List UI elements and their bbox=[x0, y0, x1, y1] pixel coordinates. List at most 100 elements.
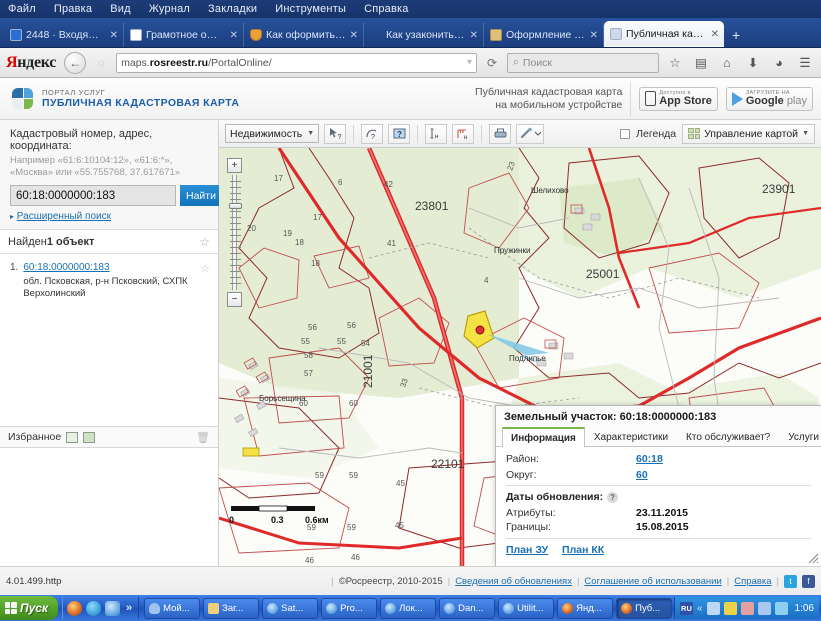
downloads-icon[interactable]: ⬇ bbox=[743, 55, 763, 70]
sync-icon[interactable]: ◕ bbox=[769, 56, 789, 70]
trash-icon[interactable]: 🗑 bbox=[196, 431, 210, 444]
menu-history[interactable]: Журнал bbox=[149, 3, 190, 15]
new-tab-button[interactable]: + bbox=[724, 27, 748, 47]
warning-icon[interactable] bbox=[724, 602, 737, 615]
cadastral-search-input[interactable] bbox=[10, 185, 176, 206]
print-icon[interactable] bbox=[489, 124, 511, 144]
svg-text:46: 46 bbox=[305, 556, 314, 565]
task-button[interactable]: Мой... bbox=[144, 598, 200, 619]
task-button[interactable]: Заг... bbox=[203, 598, 259, 619]
back-arrow-icon[interactable]: ← bbox=[64, 52, 86, 74]
menu-bookmarks[interactable]: Закладки bbox=[208, 3, 257, 15]
library-icon[interactable]: ▤ bbox=[691, 55, 711, 70]
task-button[interactable]: Pro... bbox=[321, 598, 377, 619]
internet-explorer-icon[interactable] bbox=[105, 601, 120, 616]
app-store-button[interactable]: Доступно в App Store bbox=[639, 87, 718, 111]
task-button[interactable]: Dan... bbox=[439, 598, 495, 619]
tab-title: Как узаконить земель... bbox=[386, 29, 466, 41]
tab-characteristics[interactable]: Характеристики bbox=[585, 427, 677, 446]
info-value-district[interactable]: 60:18 bbox=[636, 453, 663, 465]
start-button[interactable]: Пуск bbox=[0, 596, 58, 620]
sound-icon[interactable] bbox=[758, 602, 771, 615]
measure-area-icon[interactable]: ? bbox=[361, 124, 383, 144]
firefox-icon[interactable] bbox=[67, 601, 82, 616]
sound-muted-icon[interactable] bbox=[741, 602, 754, 615]
reload-icon[interactable]: ⟳ bbox=[483, 56, 501, 70]
menu-view[interactable]: Вид bbox=[110, 3, 131, 15]
task-button[interactable]: Янд... bbox=[557, 598, 613, 619]
favorite-star-icon[interactable]: ☆ bbox=[199, 235, 210, 249]
tab-close-icon[interactable]: ✕ bbox=[350, 30, 358, 41]
tab-close-icon[interactable]: ✕ bbox=[470, 30, 478, 41]
measure-ruler-icon[interactable]: н bbox=[452, 124, 474, 144]
browser-tab-blank[interactable]: Как узаконить земель... ✕ bbox=[364, 23, 484, 47]
zoom-slider-track[interactable] bbox=[232, 175, 237, 290]
tab-close-icon[interactable]: ✕ bbox=[711, 29, 719, 40]
zoom-slider-handle[interactable] bbox=[229, 203, 242, 209]
bookmark-star-icon[interactable]: ☆ bbox=[665, 55, 685, 70]
google-play-button[interactable]: ЗАГРУЗИТЕ НА Google play bbox=[726, 87, 813, 111]
tab-information[interactable]: Информация bbox=[502, 427, 585, 447]
media-player-icon[interactable] bbox=[86, 601, 101, 616]
advanced-search-link[interactable]: ▸ Расширенный поиск bbox=[10, 211, 208, 222]
app-store-name: App Store bbox=[659, 96, 712, 107]
info-value-okrug[interactable]: 60 bbox=[636, 469, 648, 481]
forward-arrow-icon[interactable]: ◌ bbox=[92, 56, 110, 70]
tab-who-serves[interactable]: Кто обслуживает? bbox=[677, 427, 779, 446]
usage-agreement-link[interactable]: Соглашение об использовании bbox=[584, 576, 721, 587]
task-button[interactable]: Лок... bbox=[380, 598, 436, 619]
task-button[interactable]: Utilit... bbox=[498, 598, 554, 619]
bookmark-star-icon[interactable]: ▾ bbox=[467, 57, 472, 68]
map-canvas[interactable]: 23801 23901 25001 21001 22101 Шелихово П… bbox=[219, 148, 821, 566]
menu-tools[interactable]: Инструменты bbox=[275, 3, 346, 15]
legend-label[interactable]: Легенда bbox=[636, 128, 676, 140]
language-indicator[interactable]: RU bbox=[680, 602, 693, 615]
link-icon[interactable] bbox=[516, 124, 544, 144]
result-cadastral-number[interactable]: 60:18:0000000:183 bbox=[23, 262, 109, 273]
plan-kk-link[interactable]: План КК bbox=[562, 544, 604, 556]
plan-zu-link[interactable]: План ЗУ bbox=[506, 544, 548, 556]
hamburger-menu-icon[interactable]: ☰ bbox=[795, 55, 815, 70]
tab-close-icon[interactable]: ✕ bbox=[110, 30, 118, 41]
export-excel-icon[interactable] bbox=[66, 432, 78, 443]
browser-tab-shield[interactable]: Как оформить че... ✕ bbox=[244, 23, 364, 47]
facebook-icon[interactable]: f bbox=[802, 575, 815, 588]
menu-edit[interactable]: Правка bbox=[54, 3, 92, 15]
update-icon[interactable] bbox=[775, 602, 788, 615]
tab-close-icon[interactable]: ✕ bbox=[230, 30, 238, 41]
resize-handle-icon[interactable] bbox=[805, 550, 819, 564]
menu-file[interactable]: Файл bbox=[8, 3, 36, 15]
task-button-active[interactable]: Пуб... bbox=[616, 598, 672, 619]
updates-info-link[interactable]: Сведения об обновлениях bbox=[455, 576, 572, 587]
layer-select[interactable]: Недвижимость ▼ bbox=[225, 124, 319, 143]
zoom-in-button[interactable]: + bbox=[227, 158, 242, 173]
help-icon[interactable]: ? bbox=[607, 492, 618, 503]
browser-tab-mail[interactable]: 2448 · Входящие ... ✕ bbox=[4, 23, 124, 47]
browser-tab-doc[interactable]: Грамотное оформ... ✕ bbox=[124, 23, 244, 47]
browser-tab-folder[interactable]: Оформление земе... ✕ bbox=[484, 23, 604, 47]
find-button[interactable]: Найти bbox=[180, 185, 222, 206]
tab-services[interactable]: Услуги bbox=[779, 427, 821, 446]
browser-search-box[interactable]: ⌕ Поиск bbox=[507, 53, 659, 73]
measure-line-icon[interactable]: н bbox=[425, 124, 447, 144]
map-control-button[interactable]: Управление картой ▼ bbox=[682, 124, 815, 144]
tray-expand-icon[interactable]: « bbox=[697, 603, 703, 614]
home-icon[interactable]: ⌂ bbox=[717, 56, 737, 70]
list-item[interactable]: 1. 60:18:0000000:183 обл. Псковская, р-н… bbox=[0, 254, 218, 308]
select-tool-icon[interactable]: ? bbox=[324, 124, 346, 144]
favorite-star-icon[interactable]: ☆ bbox=[200, 262, 210, 300]
address-bar[interactable]: maps.rosreestr.ru/PortalOnline/ ▾ bbox=[116, 53, 477, 73]
info-tool-icon[interactable]: ? bbox=[388, 124, 410, 144]
task-button[interactable]: Sat... bbox=[262, 598, 318, 619]
chevron-right-icon[interactable]: » bbox=[124, 602, 134, 614]
export-excel-add-icon[interactable] bbox=[83, 432, 95, 443]
network-icon[interactable] bbox=[707, 602, 720, 615]
clock[interactable]: 1:06 bbox=[792, 603, 814, 614]
help-link[interactable]: Справка bbox=[734, 576, 771, 587]
zoom-out-button[interactable]: − bbox=[227, 292, 242, 307]
twitter-icon[interactable]: t bbox=[784, 575, 797, 588]
legend-checkbox[interactable] bbox=[620, 129, 630, 139]
menu-help[interactable]: Справка bbox=[364, 3, 409, 15]
browser-tab-kadastr-active[interactable]: Публичная кадас... ✕ bbox=[604, 21, 724, 47]
tab-close-icon[interactable]: ✕ bbox=[590, 30, 598, 41]
